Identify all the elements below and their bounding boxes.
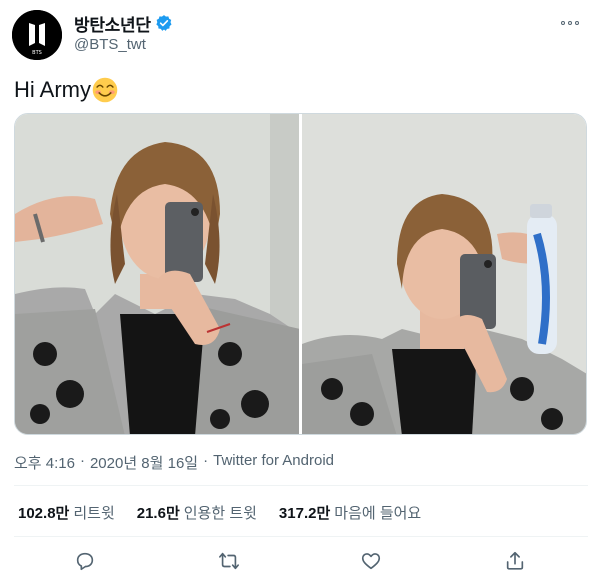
tweet-header: BTS 방탄소년단 @BTS_twt <box>12 10 588 60</box>
mirror-selfie-photo-1-image <box>15 114 299 434</box>
tweet-text-content: Hi Army <box>14 77 91 102</box>
divider <box>14 536 588 537</box>
tweet-stats: 102.8만 리트윗 21.6만 인용한 트윗 317.2만 마음에 들어요 <box>18 502 421 523</box>
meta-separator: · <box>203 452 209 469</box>
meta-separator: · <box>79 452 85 469</box>
tweet-source[interactable]: Twitter for Android <box>213 452 334 473</box>
tweet-date[interactable]: 2020년 8월 16일 <box>90 452 198 473</box>
share-icon <box>506 551 524 570</box>
photo-2[interactable] <box>302 114 586 434</box>
share-button[interactable] <box>502 548 528 574</box>
likes-label: 마음에 들어요 <box>334 505 422 522</box>
more-options-icon[interactable] <box>558 14 582 32</box>
tweet-actions <box>0 546 600 578</box>
display-name[interactable]: 방탄소년단 <box>74 11 151 36</box>
like-button[interactable] <box>358 548 384 574</box>
likes-count: 317.2만 <box>278 505 331 522</box>
quotes-count: 21.6만 <box>136 505 180 522</box>
tweet-meta: 오후 4:16 · 2020년 8월 16일 · Twitter for And… <box>14 452 334 473</box>
author-handle[interactable]: @BTS_twt <box>74 36 173 53</box>
verified-badge-icon <box>156 15 172 31</box>
like-icon <box>361 553 381 570</box>
photo-1[interactable] <box>15 114 299 434</box>
mirror-selfie-photo-2-image <box>302 114 586 434</box>
quotes-stat[interactable]: 21.6만 인용한 트윗 <box>137 502 257 523</box>
bts-logo-icon: BTS <box>12 10 62 60</box>
author-info: 방탄소년단 @BTS_twt <box>74 12 173 53</box>
tweet-text: Hi Army <box>14 76 118 104</box>
tweet-time[interactable]: 오후 4:16 <box>14 452 75 473</box>
reply-icon <box>76 552 94 571</box>
retweets-label: 리트윗 <box>73 505 115 522</box>
avatar[interactable]: BTS <box>12 10 62 60</box>
retweets-count: 102.8만 <box>18 505 70 522</box>
reply-button[interactable] <box>72 548 98 574</box>
retweet-button[interactable] <box>216 548 242 574</box>
avatar-logo-text: BTS <box>32 50 42 56</box>
likes-stat[interactable]: 317.2만 마음에 들어요 <box>279 502 421 523</box>
smiling-face-emoji-icon <box>92 77 118 103</box>
retweet-icon <box>219 552 239 570</box>
divider <box>14 485 588 486</box>
display-name-row: 방탄소년단 <box>74 11 173 36</box>
retweets-stat[interactable]: 102.8만 리트윗 <box>18 502 115 523</box>
quotes-label: 인용한 트윗 <box>183 505 257 522</box>
media-grid[interactable] <box>14 113 587 435</box>
